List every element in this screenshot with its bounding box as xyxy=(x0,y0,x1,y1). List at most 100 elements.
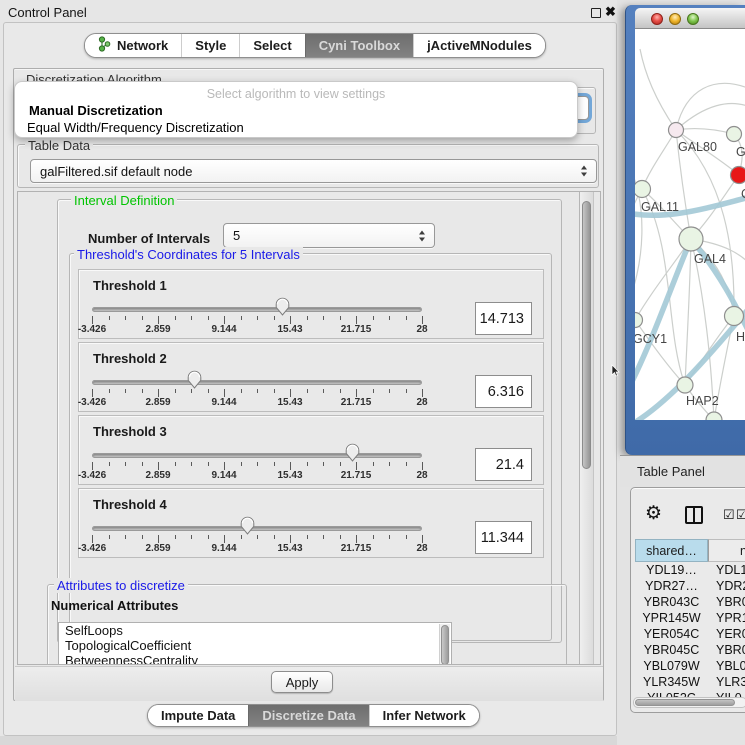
settings-scrollpane: Interval Definition Number of Intervals … xyxy=(17,191,601,665)
panel-scrollbar[interactable] xyxy=(579,192,594,664)
HAP2-node[interactable] xyxy=(677,377,693,393)
tab-jactivemnodules[interactable]: jActiveMNodules xyxy=(413,34,545,57)
table-rows: YDL19… YDL1 YDR27…YDR2YBR043C YBR0 YPR145WYP… xyxy=(635,563,745,697)
threshold-1-slider-thumb[interactable] xyxy=(275,297,290,316)
combo-stepper-icon xyxy=(419,230,426,241)
table-row[interactable]: YER054CYER0 xyxy=(635,627,745,643)
threshold-2-label: Threshold 2 xyxy=(93,351,167,366)
partial-node-bottom[interactable] xyxy=(706,412,722,420)
cell-shared-name: YDL19… xyxy=(635,563,708,577)
node-label: GCY1 xyxy=(635,332,667,346)
table-data-selected-value: galFiltered.sif default node xyxy=(40,164,192,179)
apply-button[interactable]: Apply xyxy=(271,671,333,693)
tab-impute-data[interactable]: Impute Data xyxy=(148,705,248,726)
window-bottom-edge xyxy=(0,736,620,745)
threshold-3-row: Threshold 3 -3.4262.8599.14415.4321.7152… xyxy=(78,415,544,485)
tab-select-label: Select xyxy=(253,38,291,53)
float-window-icon[interactable] xyxy=(591,8,601,18)
table-row[interactable]: YDL19… YDL1 xyxy=(635,563,745,579)
threshold-4-slider-thumb[interactable] xyxy=(240,516,255,535)
GCY1-node[interactable] xyxy=(635,313,643,328)
table-data-combobox[interactable]: galFiltered.sif default node xyxy=(30,159,597,183)
threshold-3-value-field[interactable]: 21.4 xyxy=(475,448,532,481)
threshold-1-value-field[interactable]: 14.713 xyxy=(475,302,532,335)
cell-shared-name: YBR043C xyxy=(635,595,708,609)
threshold-3-slider-thumb[interactable] xyxy=(345,443,360,462)
threshold-4-slider-track[interactable] xyxy=(92,526,422,531)
minimize-traffic-light-icon[interactable] xyxy=(669,13,681,25)
tab-impute-data-label: Impute Data xyxy=(161,708,235,723)
checkbox-checked-icon[interactable]: ☑ xyxy=(736,507,745,523)
slider-tick-labels: -3.4262.8599.14415.4321.71528 xyxy=(92,324,423,335)
table-horizontal-scrollbar[interactable] xyxy=(633,697,745,708)
threshold-3-slider-track[interactable] xyxy=(92,453,422,458)
cell-name: YLR3 xyxy=(716,675,745,689)
threshold-2-value-field[interactable]: 6.316 xyxy=(475,375,532,408)
tab-cyni-toolbox-label: Cyni Toolbox xyxy=(319,38,400,53)
gear-icon[interactable]: ⚙ xyxy=(645,503,662,525)
list-scrollbar[interactable] xyxy=(439,624,450,665)
partial-node-right[interactable] xyxy=(725,307,744,326)
table-row[interactable]: YPR145WYPR1 xyxy=(635,611,745,627)
selected-red-node[interactable] xyxy=(731,167,745,184)
GAL4-node[interactable] xyxy=(679,227,703,251)
menu-item-manual-discretization[interactable]: Manual Discretization xyxy=(29,103,163,118)
GAL11-node[interactable] xyxy=(635,181,651,198)
network-window-titlebar[interactable] xyxy=(635,8,745,29)
close-icon[interactable]: ✖ xyxy=(605,4,616,20)
zoom-traffic-light-icon[interactable] xyxy=(687,13,699,25)
column-header-shared-name[interactable]: shared… xyxy=(635,539,708,562)
tab-discretize-data[interactable]: Discretize Data xyxy=(248,705,368,726)
table-row[interactable]: YLR345W YLR3 xyxy=(635,675,745,691)
table-data-label: Table Data xyxy=(25,138,93,153)
table-row[interactable]: YBR045CYBR0 xyxy=(635,643,745,659)
tab-cyni-toolbox[interactable]: Cyni Toolbox xyxy=(305,34,413,57)
slider-tick-labels: -3.4262.8599.14415.4321.71528 xyxy=(92,397,423,408)
algorithm-dropdown-popup: Select algorithm to view settings Manual… xyxy=(14,81,578,138)
tab-select[interactable]: Select xyxy=(239,34,304,57)
table-panel-title: Table Panel xyxy=(637,464,705,479)
table-row[interactable]: YDR27…YDR2 xyxy=(635,579,745,595)
threshold-2-slider-track[interactable] xyxy=(92,380,422,385)
node-label: GAL4 xyxy=(694,252,726,266)
window-title: Control Panel xyxy=(8,5,87,20)
numerical-attributes-label: Numerical Attributes xyxy=(51,598,178,613)
GAL80-node[interactable] xyxy=(669,123,684,138)
list-item[interactable]: SelfLoops xyxy=(59,623,451,638)
tab-network-label: Network xyxy=(117,38,168,53)
partial-node-top-right[interactable] xyxy=(727,127,742,142)
numerical-attributes-list[interactable]: SelfLoops TopologicalCoefficient Between… xyxy=(58,622,452,665)
table-row[interactable]: YBL079WYBL0 xyxy=(635,659,745,675)
menu-item-equal-width-frequency[interactable]: Equal Width/Frequency Discretization xyxy=(27,120,244,135)
threshold-4-value-field[interactable]: 11.344 xyxy=(475,521,532,554)
scrollbar-thumb[interactable] xyxy=(582,201,591,469)
tab-network[interactable]: Network xyxy=(85,34,181,57)
threshold-1-slider-track[interactable] xyxy=(92,307,422,312)
column-header-name[interactable]: n xyxy=(708,539,745,562)
threshold-4-label: Threshold 4 xyxy=(93,497,167,512)
list-item[interactable]: TopologicalCoefficient xyxy=(59,638,451,653)
cell-shared-name: YLR345W xyxy=(635,675,708,689)
list-item[interactable]: BetweennessCentrality xyxy=(59,653,451,665)
threshold-1-label: Threshold 1 xyxy=(93,278,167,293)
tab-style[interactable]: Style xyxy=(181,34,239,57)
slider-ticks xyxy=(92,462,423,470)
cell-name: YBR0 xyxy=(716,595,745,609)
cell-name: YDL1 xyxy=(716,563,745,577)
scrollbar-thumb[interactable] xyxy=(635,699,735,706)
algorithm-dropdown-hint: Select algorithm to view settings xyxy=(15,87,577,101)
threshold-2-slider-thumb[interactable] xyxy=(187,370,202,389)
network-canvas[interactable]: GAL80GACGAL11GAL4GCY1HHAP2 xyxy=(635,29,745,420)
split-columns-icon[interactable] xyxy=(685,506,703,524)
interval-definition-label: Interval Definition xyxy=(71,193,177,208)
tab-infer-network[interactable]: Infer Network xyxy=(369,705,479,726)
cell-shared-name: YPR145W xyxy=(635,611,708,625)
checkbox-checked-icon[interactable]: ☑ xyxy=(723,507,735,523)
number-of-intervals-combobox[interactable]: 5 xyxy=(223,223,435,248)
close-traffic-light-icon[interactable] xyxy=(651,13,663,25)
scrollbar-thumb[interactable] xyxy=(441,625,449,665)
slider-tick-labels: -3.4262.8599.14415.4321.71528 xyxy=(92,543,423,554)
table-row[interactable]: YBR043C YBR0 xyxy=(635,595,745,611)
cell-name: YER0 xyxy=(716,627,745,641)
network-view-window[interactable]: GAL80GACGAL11GAL4GCY1HHAP2 xyxy=(625,5,745,455)
